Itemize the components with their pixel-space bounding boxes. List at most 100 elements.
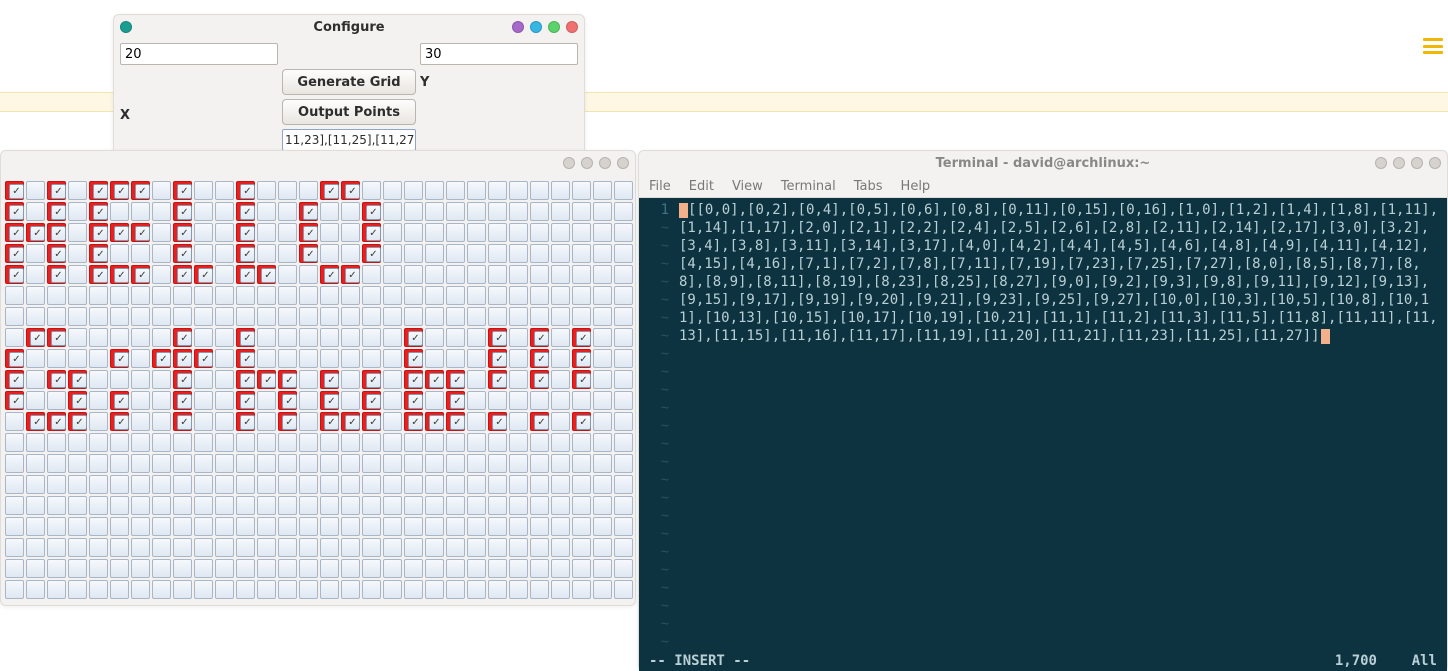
grid-cell[interactable] — [5, 370, 24, 389]
grid-cell[interactable] — [278, 580, 297, 599]
grid-cell[interactable] — [404, 223, 423, 242]
grid-cell[interactable] — [152, 265, 171, 284]
grid-cell[interactable] — [425, 265, 444, 284]
grid-cell[interactable] — [572, 580, 591, 599]
grid-cell[interactable] — [488, 223, 507, 242]
grid-cell[interactable] — [89, 328, 108, 347]
grid-cell[interactable] — [68, 496, 87, 515]
grid-cell[interactable] — [530, 202, 549, 221]
grid-cell[interactable] — [467, 580, 486, 599]
grid-cell[interactable] — [467, 391, 486, 410]
grid-cell[interactable] — [362, 349, 381, 368]
grid-cell[interactable] — [236, 349, 255, 368]
grid-cell[interactable] — [152, 223, 171, 242]
grid-cell[interactable] — [530, 286, 549, 305]
grid-cell[interactable] — [467, 265, 486, 284]
grid-cell[interactable] — [47, 580, 66, 599]
grid-cell[interactable] — [446, 496, 465, 515]
x-value-input[interactable] — [120, 43, 278, 65]
grid-cell[interactable] — [467, 370, 486, 389]
grid-cell[interactable] — [509, 370, 528, 389]
grid-cell[interactable] — [362, 391, 381, 410]
grid-cell[interactable] — [89, 559, 108, 578]
grid-cell[interactable] — [488, 412, 507, 431]
grid-cell[interactable] — [236, 517, 255, 536]
grid-cell[interactable] — [89, 538, 108, 557]
grid-cell[interactable] — [320, 433, 339, 452]
grid-cell[interactable] — [362, 202, 381, 221]
grid-cell[interactable] — [362, 580, 381, 599]
grid-cell[interactable] — [572, 202, 591, 221]
grid-cell[interactable] — [341, 517, 360, 536]
grid-cell[interactable] — [26, 475, 45, 494]
grid-cell[interactable] — [467, 538, 486, 557]
grid-cell[interactable] — [152, 559, 171, 578]
grid-cell[interactable] — [194, 286, 213, 305]
grid-cell[interactable] — [593, 475, 612, 494]
grid-cell[interactable] — [404, 454, 423, 473]
grid-cell[interactable] — [425, 286, 444, 305]
grid-cell[interactable] — [341, 328, 360, 347]
grid-cell[interactable] — [299, 202, 318, 221]
grid-cell[interactable] — [404, 559, 423, 578]
grid-cell[interactable] — [278, 370, 297, 389]
grid-cell[interactable] — [194, 265, 213, 284]
window-dot-icon[interactable] — [581, 157, 593, 169]
grid-cell[interactable] — [320, 286, 339, 305]
grid-cell[interactable] — [5, 223, 24, 242]
grid-cell[interactable] — [152, 202, 171, 221]
grid-cell[interactable] — [425, 559, 444, 578]
grid-cell[interactable] — [152, 433, 171, 452]
grid-cell[interactable] — [509, 412, 528, 431]
grid-cell[interactable] — [383, 370, 402, 389]
grid-cell[interactable] — [215, 307, 234, 326]
grid-cell[interactable] — [131, 580, 150, 599]
grid-cell[interactable] — [530, 181, 549, 200]
grid-cell[interactable] — [320, 475, 339, 494]
grid-cell[interactable] — [131, 223, 150, 242]
grid-cell[interactable] — [110, 517, 129, 536]
grid-cell[interactable] — [68, 580, 87, 599]
grid-cell[interactable] — [551, 412, 570, 431]
grid-cell[interactable] — [89, 412, 108, 431]
grid-cell[interactable] — [446, 475, 465, 494]
grid-cell[interactable] — [488, 349, 507, 368]
grid-cell[interactable] — [593, 454, 612, 473]
grid-cell[interactable] — [383, 391, 402, 410]
grid-cell[interactable] — [131, 370, 150, 389]
window-dot-icon[interactable] — [548, 21, 560, 33]
grid-cell[interactable] — [110, 559, 129, 578]
grid-cell[interactable] — [110, 391, 129, 410]
grid-cell[interactable] — [26, 286, 45, 305]
grid-cell[interactable] — [5, 286, 24, 305]
grid-cell[interactable] — [278, 244, 297, 263]
grid-cell[interactable] — [509, 475, 528, 494]
grid-cell[interactable] — [131, 538, 150, 557]
grid-cell[interactable] — [194, 244, 213, 263]
grid-cell[interactable] — [446, 265, 465, 284]
grid-cell[interactable] — [383, 328, 402, 347]
grid-cell[interactable] — [530, 517, 549, 536]
grid-cell[interactable] — [362, 181, 381, 200]
grid-cell[interactable] — [257, 349, 276, 368]
grid-cell[interactable] — [68, 454, 87, 473]
grid-cell[interactable] — [446, 307, 465, 326]
grid-cell[interactable] — [341, 580, 360, 599]
grid-cell[interactable] — [257, 370, 276, 389]
grid-cell[interactable] — [320, 454, 339, 473]
window-dot-icon[interactable] — [1393, 157, 1405, 169]
grid-cell[interactable] — [509, 307, 528, 326]
grid-cell[interactable] — [5, 559, 24, 578]
grid-cell[interactable] — [593, 580, 612, 599]
grid-cell[interactable] — [131, 496, 150, 515]
grid-cell[interactable] — [89, 454, 108, 473]
grid-cell[interactable] — [299, 181, 318, 200]
grid-cell[interactable] — [47, 286, 66, 305]
grid-cell[interactable] — [26, 370, 45, 389]
grid-cell[interactable] — [236, 412, 255, 431]
grid-cell[interactable] — [152, 370, 171, 389]
grid-cell[interactable] — [47, 538, 66, 557]
grid-cell[interactable] — [110, 370, 129, 389]
grid-cell[interactable] — [572, 538, 591, 557]
grid-cell[interactable] — [320, 265, 339, 284]
